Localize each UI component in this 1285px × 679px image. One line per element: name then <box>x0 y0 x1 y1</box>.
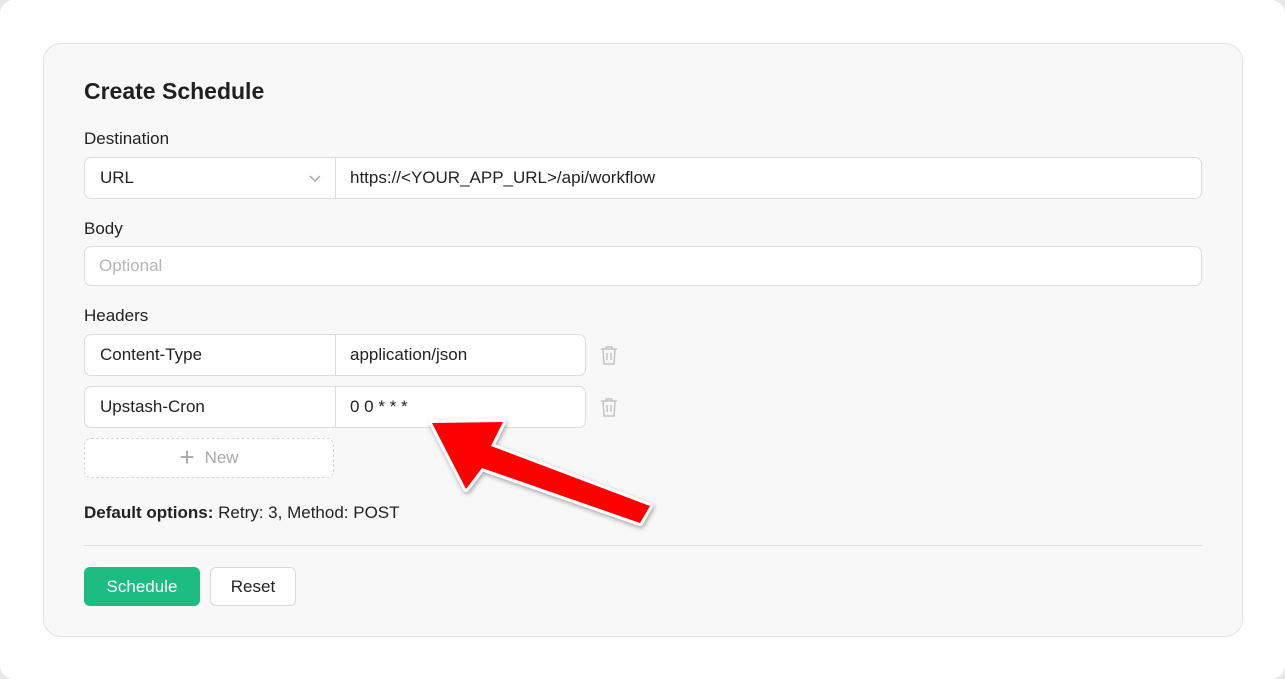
divider <box>84 545 1202 546</box>
header-key-value: Upstash-Cron <box>100 397 205 416</box>
trash-icon[interactable] <box>599 396 619 418</box>
cron-value-field[interactable]: 0 0 * * * <box>335 386 586 428</box>
header-value-input[interactable]: application/json <box>335 334 586 376</box>
trash-icon[interactable] <box>599 344 619 366</box>
default-options: Default options: Retry: 3, Method: POST <box>84 503 400 523</box>
headers-label: Headers <box>84 306 149 325</box>
header-value-text: 0 0 * * * <box>350 397 408 416</box>
header-key-input[interactable]: Upstash-Cron <box>84 386 336 428</box>
header-key-input[interactable]: Content-Type <box>84 334 336 376</box>
chevron-down-icon <box>309 175 321 182</box>
header-value-text: application/json <box>350 345 468 364</box>
body-input[interactable]: Optional <box>84 246 1202 286</box>
reset-button[interactable]: Reset <box>210 567 296 606</box>
plus-icon: + <box>179 441 195 472</box>
add-header-button[interactable]: + New <box>84 438 334 478</box>
add-header-label: New <box>204 448 239 467</box>
default-options-text: Retry: 3, Method: POST <box>218 503 400 522</box>
page-title: Create Schedule <box>84 78 265 104</box>
header-key-value: Content-Type <box>100 345 203 364</box>
default-options-label: Default options: <box>84 503 214 522</box>
body-placeholder: Optional <box>99 256 163 275</box>
destination-type-select[interactable]: URL <box>84 157 336 199</box>
app-window: Create Schedule Destination URL https://… <box>0 0 1285 679</box>
destination-type-value: URL <box>100 168 135 187</box>
destination-url-value: https://<YOUR_APP_URL>/api/workflow <box>350 168 656 187</box>
destination-label: Destination <box>84 129 170 148</box>
create-schedule-card: Create Schedule Destination URL https://… <box>43 43 1243 637</box>
destination-url-input[interactable]: https://<YOUR_APP_URL>/api/workflow <box>335 157 1202 199</box>
schedule-button[interactable]: Schedule <box>84 567 200 606</box>
body-label: Body <box>84 219 123 238</box>
